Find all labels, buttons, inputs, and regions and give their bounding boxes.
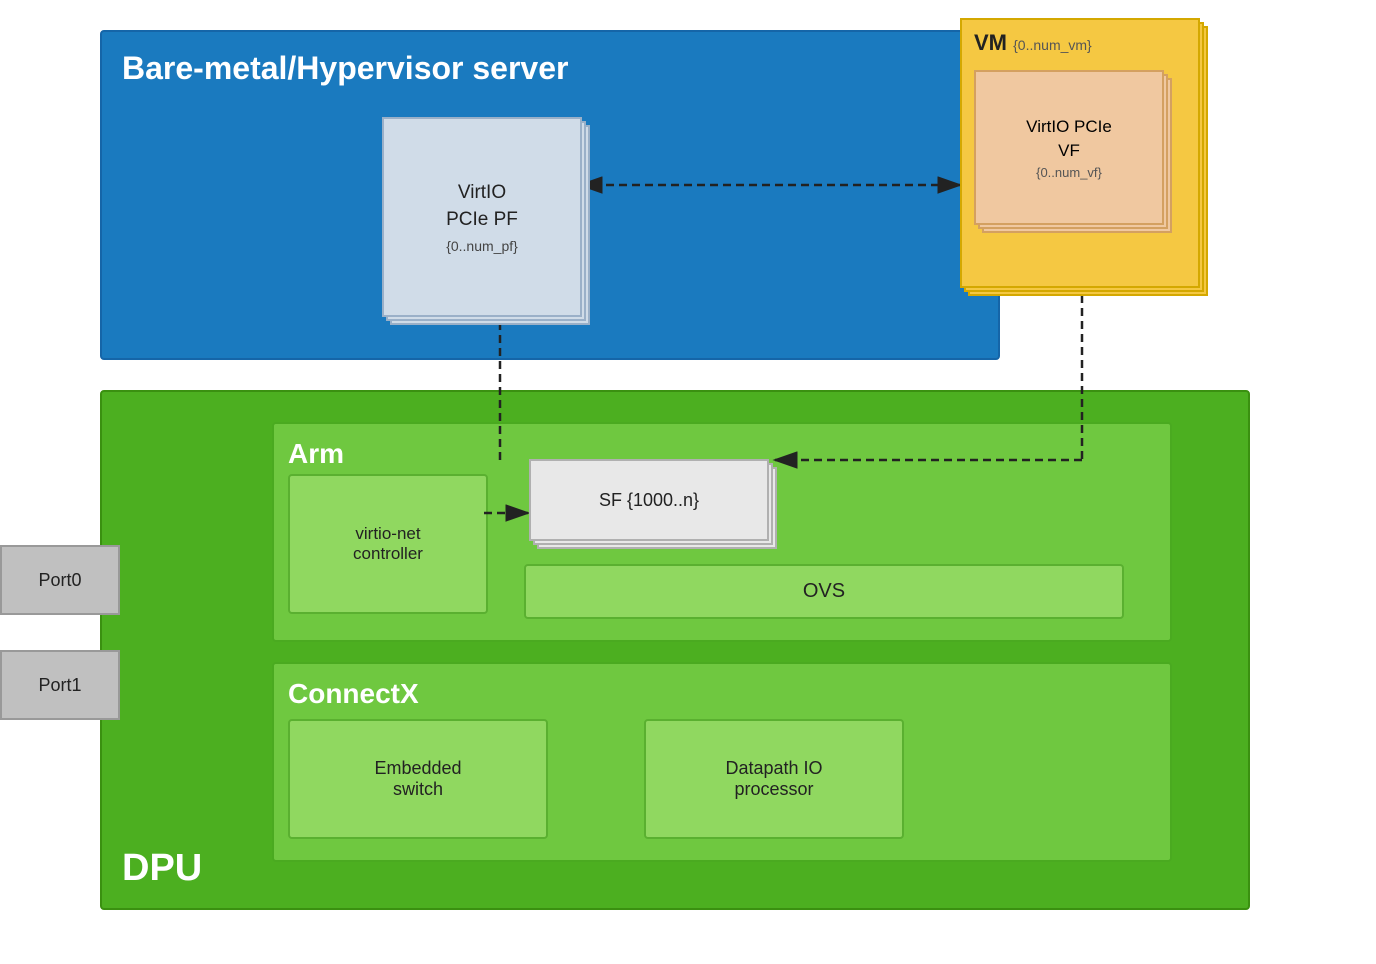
hypervisor-title: Bare-metal/Hypervisor server — [122, 50, 568, 87]
pf-card-front: VirtIOPCIe PF {0..num_pf} — [382, 117, 582, 317]
virtio-net-box: virtio-netcontroller — [288, 474, 488, 614]
dpu-box: DPU Arm virtio-netcontroller SF {1000..n… — [100, 390, 1250, 910]
virtio-net-label: virtio-netcontroller — [353, 524, 423, 564]
ovs-box: OVS — [524, 564, 1124, 619]
port0-box: Port0 — [0, 545, 120, 615]
port0-label: Port0 — [38, 570, 81, 591]
sf-card-front: SF {1000..n} — [529, 459, 769, 541]
embedded-switch-box: Embeddedswitch — [288, 719, 548, 839]
connectx-title: ConnectX — [288, 678, 419, 710]
diagram-container: Bare-metal/Hypervisor server VirtIOPCIe … — [0, 0, 1376, 964]
port1-label: Port1 — [38, 675, 81, 696]
arm-title: Arm — [288, 438, 344, 470]
vm-container: VM {0..num_vm} VirtIO PCIeVF {0..num_vf} — [960, 18, 1220, 308]
datapath-io-label: Datapath IOprocessor — [725, 758, 822, 800]
embedded-switch-label: Embeddedswitch — [374, 758, 461, 800]
ovs-label: OVS — [803, 580, 845, 603]
hypervisor-box: Bare-metal/Hypervisor server VirtIOPCIe … — [100, 30, 1000, 360]
vm-label: VM {0..num_vm} — [974, 30, 1092, 56]
sf-label: SF {1000..n} — [599, 490, 699, 511]
vf-card-front: VirtIO PCIeVF {0..num_vf} — [974, 70, 1164, 225]
datapath-io-box: Datapath IOprocessor — [644, 719, 904, 839]
arm-box: Arm virtio-netcontroller SF {1000..n} OV… — [272, 422, 1172, 642]
vm-sublabel: {0..num_vm} — [1013, 37, 1092, 53]
port1-box: Port1 — [0, 650, 120, 720]
vm-card-front: VM {0..num_vm} VirtIO PCIeVF {0..num_vf} — [960, 18, 1200, 288]
dpu-title: DPU — [122, 847, 202, 890]
pf-stack: VirtIOPCIe PF {0..num_pf} — [382, 117, 592, 327]
connectx-box: ConnectX Embeddedswitch Datapath IOproce… — [272, 662, 1172, 862]
